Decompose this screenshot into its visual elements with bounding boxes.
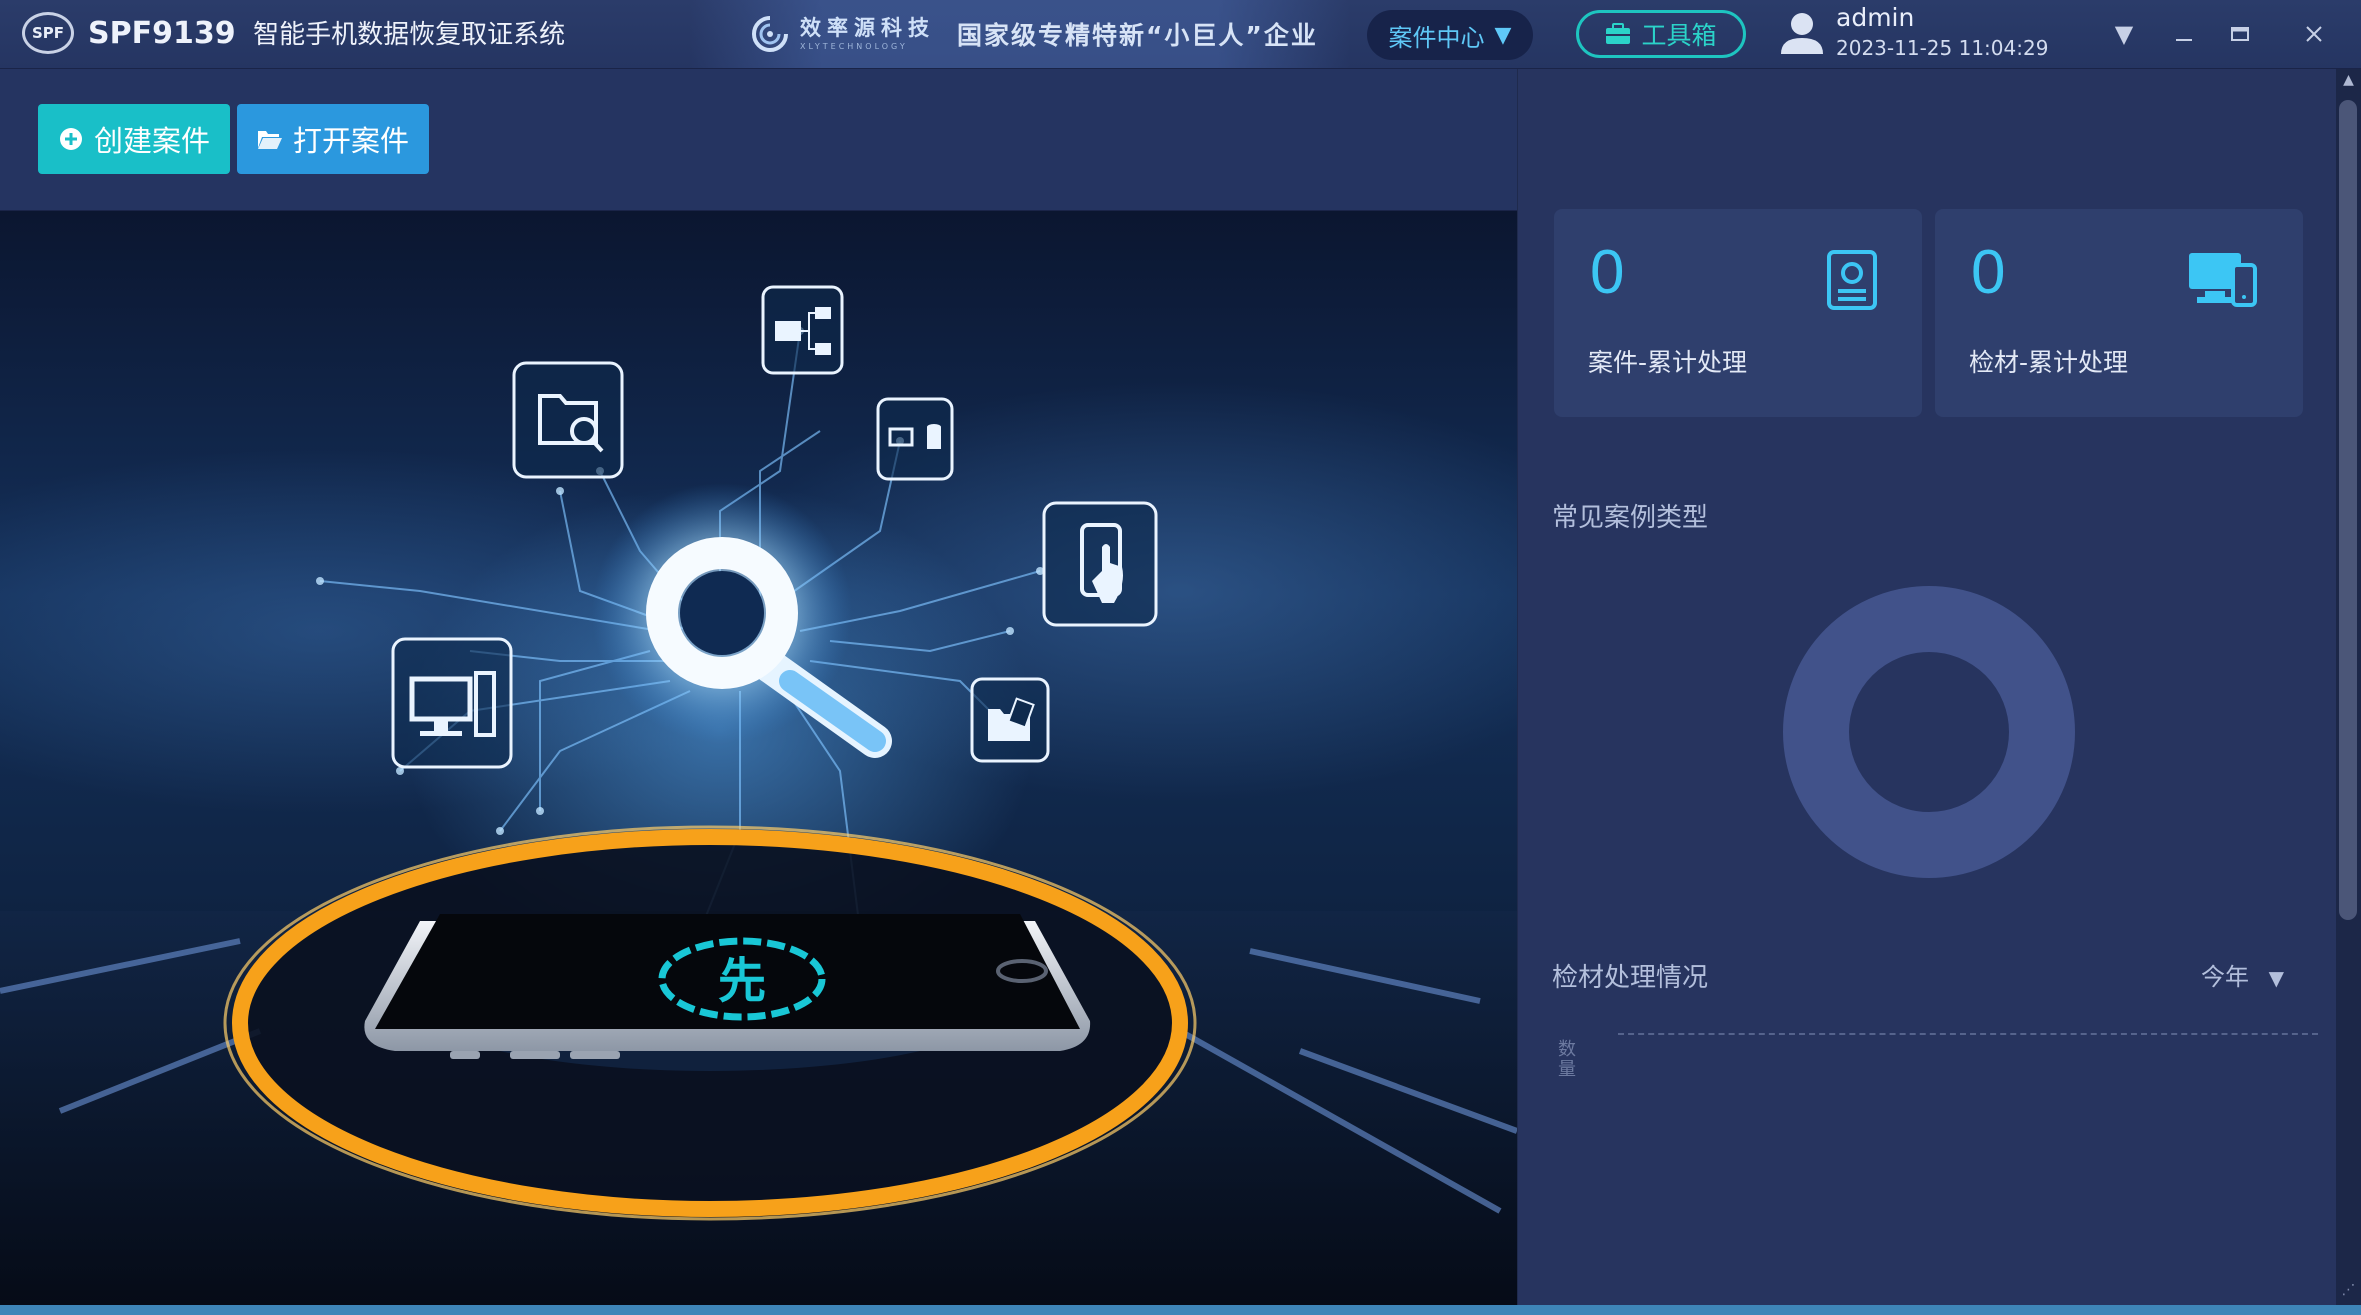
folder-tree-icon [761, 285, 844, 375]
toolbox-label: 工具箱 [1641, 21, 1717, 50]
phone-touch-icon [1042, 501, 1158, 627]
statistics-panel: 0 案件-累计处理 0 检材-累计处理 常见案例类型 检材处理情况 今年 ▼ 数… [1518, 69, 2336, 1305]
case-total-card: 0 案件-累计处理 [1554, 209, 1922, 417]
open-case-button[interactable]: 打开案件 [237, 104, 429, 174]
scrollbar-thumb[interactable] [2339, 100, 2357, 920]
case-types-title: 常见案例类型 [1552, 503, 1709, 533]
action-bar: 创建案件 打开案件 [0, 69, 1517, 211]
hero-artwork: 先 [0, 285, 1517, 1305]
case-total-label: 案件-累计处理 [1588, 348, 1748, 377]
chevron-down-icon: ▼ [1494, 22, 1512, 48]
folder-files-icon [970, 677, 1050, 763]
period-select[interactable]: 今年 ▼ [2201, 957, 2284, 992]
app-title: SPF9139 智能手机数据恢复取证系统 [88, 14, 565, 51]
id-card-icon [1827, 250, 1877, 310]
toolbox-icon [1606, 23, 1631, 44]
hero-illustration: 先 [0, 211, 1517, 1305]
case-types-donut-chart [1783, 586, 2075, 878]
current-datetime: 2023-11-25 11:04:29 [1836, 36, 2049, 60]
title-bar: SPF SPF9139 智能手机数据恢复取证系统 效率源科技 XLYTECHNO… [0, 0, 2361, 69]
product-code: SPF9139 [88, 16, 236, 51]
plus-circle-icon [58, 126, 84, 152]
create-case-button[interactable]: 创建案件 [38, 104, 230, 174]
open-case-label: 打开案件 [292, 124, 409, 158]
phone-screen-logo-text: 先 [718, 953, 766, 1009]
material-total-card: 0 检材-累计处理 [1935, 209, 2303, 417]
create-case-label: 创建案件 [93, 124, 210, 158]
period-select-value: 今年 [2201, 963, 2249, 991]
toolbox-button[interactable]: 工具箱 [1576, 10, 1746, 58]
product-name: 智能手机数据恢复取证系统 [253, 20, 566, 50]
window-bottom-border [0, 1305, 2361, 1315]
app-logo-text: SPF [31, 24, 65, 42]
company-name: 效率源科技 XLYTECHNOLOGY [800, 15, 935, 51]
scroll-up-icon[interactable]: ▲ [2336, 72, 2361, 94]
chart-gridline [1618, 1033, 2318, 1035]
dropdown-arrow-icon[interactable]: ▼ [2102, 12, 2146, 56]
company-slogan: 国家级专精特新“小巨人”企业 [957, 21, 1318, 50]
company-banner: 效率源科技 XLYTECHNOLOGY 国家级专精特新“小巨人”企业 [690, 0, 1350, 68]
app-logo: SPF [22, 12, 74, 54]
devices-icon [2189, 253, 2257, 307]
material-total-value: 0 [1971, 238, 2006, 307]
case-center-dropdown[interactable]: 案件中心 ▼ [1367, 10, 1533, 60]
case-center-label: 案件中心 [1388, 23, 1485, 52]
case-total-value: 0 [1590, 238, 1625, 307]
company-logo-icon [752, 16, 788, 52]
chevron-down-icon: ▼ [2268, 966, 2285, 990]
maximize-icon[interactable] [2218, 12, 2262, 56]
material-total-label: 检材-累计处理 [1969, 348, 2129, 377]
user-name: admin [1836, 3, 1915, 32]
company-name-en: XLYTECHNOLOGY [800, 41, 908, 51]
minimize-icon[interactable] [2162, 12, 2206, 56]
close-icon[interactable] [2292, 12, 2336, 56]
magnifier-icon [592, 483, 892, 758]
smartphone-illustration: 先 [364, 914, 1091, 1059]
company-name-cn: 效率源科技 [800, 15, 935, 40]
folder-open-icon [257, 128, 283, 150]
computer-database-icon [876, 397, 954, 481]
user-avatar-icon[interactable] [1778, 8, 1826, 58]
desktop-computer-icon [391, 637, 513, 769]
chart-y-axis-label: 数量 [1555, 1039, 1576, 1079]
material-processing-title: 检材处理情况 [1552, 963, 1709, 993]
folder-search-icon [512, 361, 624, 479]
resize-grip-icon[interactable]: ⋰ [2336, 1282, 2361, 1304]
